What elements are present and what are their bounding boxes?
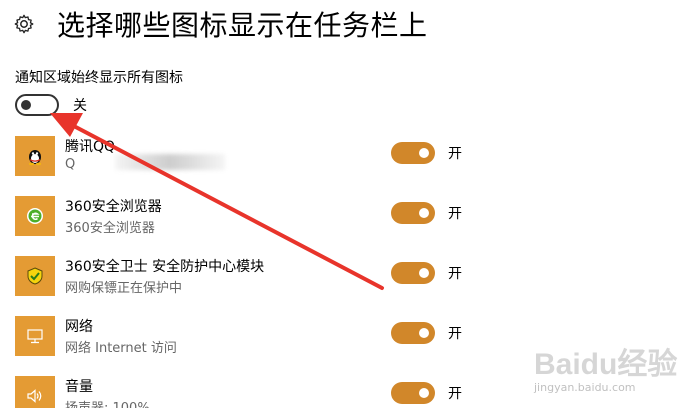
- app-row-network: 网络 网络 Internet 访问 开: [15, 316, 485, 360]
- app-name: 网络: [65, 319, 93, 335]
- redacted-text: [115, 154, 225, 170]
- security-360-icon: [15, 256, 55, 296]
- gear-icon[interactable]: [13, 13, 35, 35]
- app-row-360-security: 360安全卫士 安全防护中心模块 网购保镖正在保护中 开: [15, 256, 485, 300]
- 360-security-toggle[interactable]: [391, 262, 435, 284]
- toggle-state-text: 开: [448, 206, 462, 222]
- app-row-360-browser: 360安全浏览器 360安全浏览器 开: [15, 196, 485, 240]
- baidu-watermark: Baidu经验 jingyan.baidu.com: [530, 335, 680, 405]
- qq-penguin-icon: [15, 136, 55, 176]
- toggle-state-text: 开: [448, 146, 462, 162]
- volume-toggle[interactable]: [391, 382, 435, 404]
- watermark-url: jingyan.baidu.com: [534, 381, 636, 394]
- app-desc: Q: [65, 157, 76, 172]
- speaker-icon: [15, 376, 55, 408]
- qq-toggle[interactable]: [391, 142, 435, 164]
- always-show-all-icons-label: 通知区域始终显示所有图标: [15, 70, 183, 86]
- toggle-state-text: 开: [448, 386, 462, 402]
- page-title: 选择哪些图标显示在任务栏上: [57, 9, 428, 42]
- always-show-all-icons-row: 关: [15, 94, 87, 116]
- toggle-knob: [419, 208, 429, 218]
- browser-360-icon: [15, 196, 55, 236]
- app-name: 腾讯QQ: [65, 139, 116, 155]
- toggle-knob: [419, 328, 429, 338]
- network-monitor-icon: [15, 316, 55, 356]
- app-name: 音量: [65, 379, 93, 395]
- app-desc: 扬声器: 100%: [65, 397, 150, 408]
- toggle-state-text: 开: [448, 326, 462, 342]
- toggle-knob: [419, 388, 429, 398]
- app-desc: 网络 Internet 访问: [65, 341, 177, 356]
- toggle-knob: [21, 100, 31, 110]
- app-desc: 360安全浏览器: [65, 221, 155, 236]
- network-toggle[interactable]: [391, 322, 435, 344]
- app-name: 360安全卫士 安全防护中心模块: [65, 259, 265, 275]
- 360-browser-toggle[interactable]: [391, 202, 435, 224]
- page-header: 选择哪些图标显示在任务栏上: [13, 2, 428, 46]
- toggle-knob: [419, 148, 429, 158]
- toggle-state-text: 关: [73, 98, 87, 114]
- toggle-knob: [419, 268, 429, 278]
- always-show-all-icons-toggle[interactable]: [15, 94, 59, 116]
- app-desc: 网购保镖正在保护中: [65, 281, 183, 296]
- app-row-volume: 音量 扬声器: 100% 开: [15, 376, 485, 408]
- app-row-qq: 腾讯QQ Q 开: [15, 136, 485, 180]
- app-name: 360安全浏览器: [65, 199, 162, 215]
- toggle-state-text: 开: [448, 266, 462, 282]
- watermark-logo: Baidu经验: [534, 348, 678, 381]
